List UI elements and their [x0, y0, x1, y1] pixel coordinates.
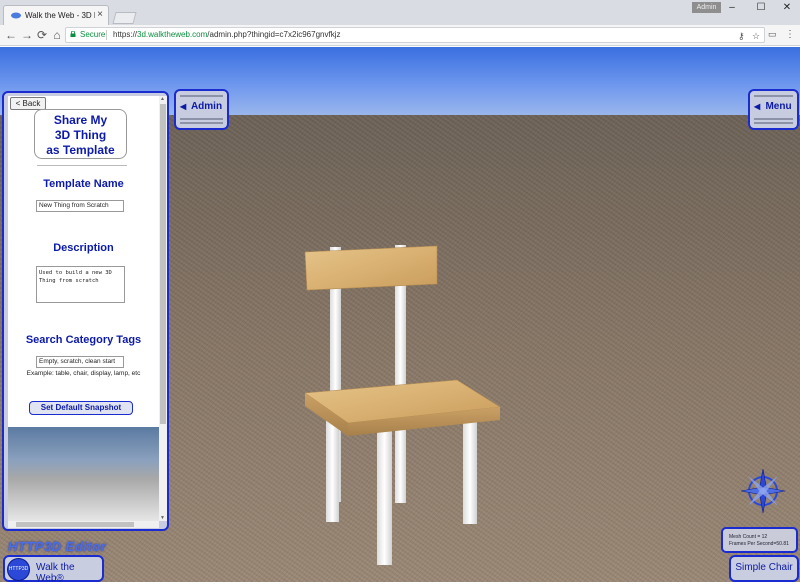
tab-strip: Walk the Web - 3D Build × Admin – ☐ ✕ — [0, 0, 800, 25]
share-title-line: as Template — [46, 143, 115, 157]
scrollbar-thumb[interactable] — [160, 104, 166, 424]
minimize-icon[interactable]: – — [719, 1, 745, 15]
panel-horizontal-scrollbar[interactable] — [8, 521, 159, 528]
frames-per-second: Frames Per Second=50.81 — [729, 541, 789, 547]
lock-icon — [70, 31, 76, 37]
chair-backrest — [304, 245, 438, 291]
panel-scrollbar[interactable]: ▲ ▼ — [159, 96, 167, 521]
tags-example: Example: table, chair, display, lamp, et… — [26, 370, 141, 377]
profile-label[interactable]: Admin — [692, 2, 721, 13]
walk-the-web-label: Walk the Web® — [36, 562, 75, 584]
menu-button-label: Menu — [765, 101, 792, 112]
share-template-panel: < Back Share My 3D Thing as Template Tem… — [2, 91, 169, 531]
chair-front-leg-right — [463, 412, 477, 524]
address-divider — [106, 30, 107, 40]
chair-front-leg-center — [377, 427, 392, 565]
admin-button-label: Admin — [190, 101, 223, 112]
panel-content: < Back Share My 3D Thing as Template Tem… — [8, 96, 159, 521]
menu-button-grip — [754, 95, 793, 97]
url-scheme: https:// — [113, 30, 138, 39]
tab-title: Walk the Web - 3D Build — [25, 11, 95, 20]
share-title-line: Share My — [53, 113, 108, 127]
admin-button-grip-bottom-2 — [180, 122, 223, 124]
admin-button-grip-bottom — [180, 118, 223, 120]
description-heading: Description — [53, 242, 114, 254]
scroll-up-icon[interactable]: ▲ — [160, 96, 165, 102]
new-tab-button[interactable] — [112, 12, 137, 24]
tags-heading: Search Category Tags — [25, 334, 142, 346]
admin-button-grip — [180, 95, 223, 97]
secure-label: Secure — [80, 30, 106, 39]
http3d-logo: HTTP3D — [7, 558, 30, 581]
description-textarea[interactable]: Used to build a new 3D Thing from scratc… — [36, 266, 125, 303]
share-title-box: Share My 3D Thing as Template — [34, 109, 127, 159]
menu-button[interactable]: ◀ Menu — [748, 89, 799, 130]
set-default-snapshot-button[interactable]: Set Default Snapshot — [29, 401, 133, 415]
scroll-down-icon[interactable]: ▼ — [160, 515, 165, 521]
forward-arrow-icon[interactable]: → — [19, 27, 35, 43]
tab-close-icon[interactable]: × — [97, 9, 103, 20]
favicon-icon — [11, 12, 21, 19]
browser-menu-icon[interactable]: ⋮ — [785, 28, 795, 42]
editor-title: HTTP3D Editor — [8, 539, 107, 554]
render-stats: Mesh Count = 12 Frames Per Second=50.81 — [721, 527, 798, 553]
home-icon[interactable]: ⌂ — [49, 27, 65, 43]
snapshot-preview — [8, 427, 159, 521]
share-title-line: 3D Thing — [54, 128, 107, 142]
extension-icon[interactable]: ▭ — [768, 29, 777, 40]
horizontal-scrollbar-thumb[interactable] — [16, 522, 134, 527]
thing-name-button[interactable]: Simple Chair — [729, 555, 799, 582]
maximize-icon[interactable]: ☐ — [748, 1, 774, 15]
tags-input[interactable]: Empty, scratch, clean start — [36, 356, 124, 368]
url-text: https://3d.walktheweb.com/admin.php?thin… — [113, 28, 340, 42]
url-host: 3d.walktheweb.com — [137, 30, 208, 39]
walk-the-web-button[interactable]: HTTP3D Walk the Web® — [3, 555, 104, 584]
key-icon[interactable]: ⚷ — [738, 29, 745, 43]
address-bar[interactable]: Secure https://3d.walktheweb.com/admin.p… — [65, 27, 765, 43]
admin-button[interactable]: ◀ Admin — [174, 89, 229, 130]
menu-button-grip-bottom — [754, 118, 793, 120]
mesh-count: Mesh Count = 12 — [729, 534, 768, 540]
template-name-heading: Template Name — [43, 178, 124, 190]
window-close-icon[interactable]: ✕ — [774, 1, 800, 15]
menu-button-grip-bottom-2 — [754, 122, 793, 124]
chair-front-leg-left — [326, 412, 339, 522]
browser-toolbar: ← → ⟳ ⌂ Secure https://3d.walktheweb.com… — [0, 25, 800, 46]
template-name-input[interactable]: New Thing from Scratch — [36, 200, 124, 212]
url-path: /admin.php?thingid=c7x2ic967gnvfkjz — [207, 30, 341, 39]
back-arrow-icon[interactable]: ← — [3, 27, 19, 43]
divider — [37, 165, 127, 166]
reload-icon[interactable]: ⟳ — [34, 27, 50, 43]
star-icon[interactable]: ☆ — [752, 29, 760, 43]
compass-icon[interactable] — [740, 468, 786, 514]
browser-tab[interactable]: Walk the Web - 3D Build × — [3, 5, 109, 25]
